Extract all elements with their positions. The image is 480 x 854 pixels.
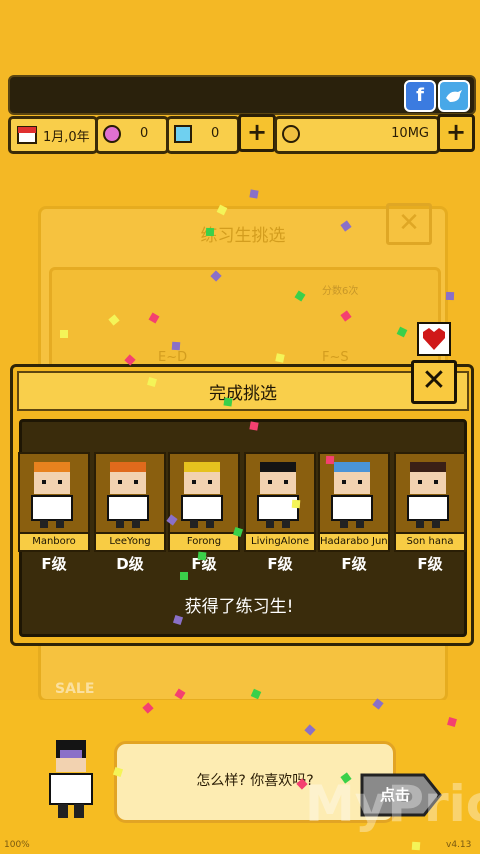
grade-range-b: F~S bbox=[322, 350, 349, 365]
trainee-card[interactable]: Manboro bbox=[18, 452, 90, 552]
pink-gem-icon bbox=[103, 125, 121, 143]
trainee-sprite bbox=[31, 462, 73, 528]
trainee-grade: F级 bbox=[41, 555, 67, 573]
trainee-name: Hadarabo June bbox=[318, 532, 390, 552]
trainee-name: Manboro bbox=[18, 532, 90, 552]
sale-label: SALE bbox=[55, 681, 95, 697]
trainee-card[interactable]: LeeYong bbox=[94, 452, 166, 552]
date-value: 1月,0年 bbox=[43, 130, 90, 145]
heart-icon bbox=[417, 322, 451, 356]
crystal-icon bbox=[174, 125, 192, 143]
trainee-sprite bbox=[107, 462, 149, 528]
confetti-piece bbox=[180, 572, 188, 580]
facebook-button[interactable]: f bbox=[404, 80, 436, 112]
version-label: v4.13 bbox=[446, 840, 472, 850]
confetti-piece bbox=[249, 421, 259, 431]
trainee-card[interactable]: Hadarabo June bbox=[318, 452, 390, 552]
trainee-sprite bbox=[181, 462, 223, 528]
add-money-button[interactable]: + bbox=[437, 114, 475, 152]
trainee-sprite bbox=[257, 462, 299, 528]
trainee-sprite bbox=[407, 462, 449, 528]
twitter-button[interactable] bbox=[438, 80, 470, 112]
facebook-icon: f bbox=[416, 85, 424, 106]
crystal-panel: 0 bbox=[166, 116, 240, 154]
close-modal-button[interactable]: ✕ bbox=[411, 360, 457, 404]
money-value: 10MG bbox=[391, 126, 429, 141]
trainee-name: LivingAlone bbox=[244, 532, 316, 552]
confetti-piece bbox=[223, 397, 233, 407]
confetti-piece bbox=[249, 189, 259, 199]
confetti-piece bbox=[197, 551, 207, 561]
background-title: 练习生挑选 bbox=[200, 226, 286, 246]
confetti-piece bbox=[411, 841, 421, 851]
confetti-piece bbox=[171, 341, 181, 351]
trainee-grade: D级 bbox=[116, 555, 144, 573]
modal-title: 完成挑选 bbox=[209, 384, 277, 404]
background-close-icon: ✕ bbox=[386, 203, 432, 245]
crystal-count: 0 bbox=[211, 126, 220, 141]
trainee-sprite bbox=[331, 462, 373, 528]
confetti-piece bbox=[325, 455, 335, 465]
filter-label: 分数6次 bbox=[322, 286, 359, 297]
coin-icon bbox=[282, 125, 300, 143]
date-panel: 1月,0年 bbox=[8, 116, 98, 154]
confetti-piece bbox=[275, 353, 285, 363]
trainee-card[interactable]: Forong bbox=[168, 452, 240, 552]
confetti-piece bbox=[445, 291, 455, 301]
close-icon: ✕ bbox=[421, 363, 447, 398]
grade-range-a: E~D bbox=[158, 350, 188, 365]
modal-header: 完成挑选 bbox=[17, 371, 469, 411]
trainee-name: Son hana bbox=[394, 532, 466, 552]
result-message: 获得了练习生! bbox=[184, 597, 294, 617]
percent-label: 100% bbox=[4, 840, 30, 850]
trainee-grade: F级 bbox=[417, 555, 443, 573]
bird-icon bbox=[446, 90, 462, 102]
trainee-card[interactable]: LivingAlone bbox=[244, 452, 316, 552]
confetti-piece bbox=[60, 330, 68, 338]
trainee-name: Forong bbox=[168, 532, 240, 552]
trainee-grade: F级 bbox=[341, 555, 367, 573]
trainee-card[interactable]: Son hana bbox=[394, 452, 466, 552]
trainee-name: LeeYong bbox=[94, 532, 166, 552]
add-crystal-button[interactable]: + bbox=[238, 114, 276, 152]
gem-count: 0 bbox=[140, 126, 149, 141]
manager-avatar bbox=[49, 740, 93, 818]
gem-panel: 0 bbox=[95, 116, 169, 154]
watermark: MyPrice bbox=[305, 775, 480, 833]
trainee-grade: F级 bbox=[267, 555, 293, 573]
confetti-piece bbox=[205, 227, 215, 237]
money-panel: 10MG bbox=[274, 116, 440, 154]
calendar-icon bbox=[17, 126, 37, 144]
confetti-piece bbox=[291, 499, 301, 509]
